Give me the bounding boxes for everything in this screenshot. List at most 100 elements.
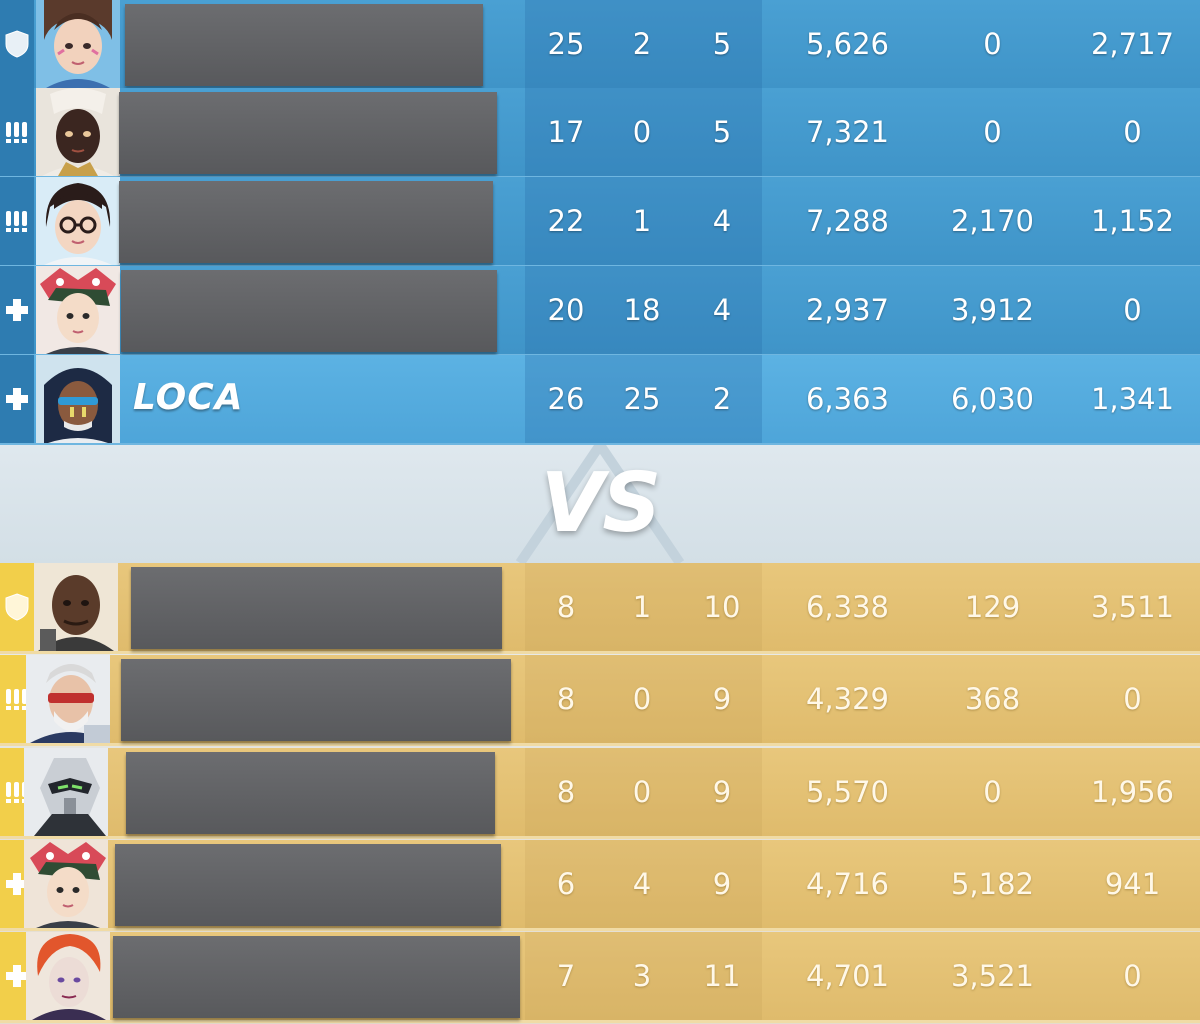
team-yellow-row-4[interactable]: 6 4 9 4,716 5,182 941 [0, 840, 1200, 931]
team-blue-row-4[interactable]: 20 18 4 2,937 3,912 0 [0, 266, 1200, 357]
deaths-value: 11 [703, 959, 741, 993]
team-yellow-row-2[interactable]: 8 0 9 4,329 368 0 [0, 655, 1200, 746]
hero-portrait [36, 266, 120, 354]
eliminations-value: 22 [547, 204, 585, 238]
assists-value: 0 [632, 775, 652, 809]
team-yellow-scoreboard: 8 1 10 6,338 129 3,511 8 0 9 4,329 368 0… [0, 563, 1200, 1024]
healing-value: 129 [964, 590, 1021, 624]
eliminations-value: 20 [547, 293, 585, 327]
deaths-value: 9 [712, 867, 732, 901]
damage-value: 6,363 [805, 382, 890, 416]
hero-portrait [36, 355, 120, 443]
mitigated-value: 1,341 [1090, 382, 1175, 416]
mitigated-value: 2,717 [1090, 27, 1175, 61]
eliminations-value: 26 [547, 382, 585, 416]
healing-value: 3,521 [950, 959, 1035, 993]
assists-value: 1 [632, 204, 652, 238]
hero-portrait [36, 0, 120, 88]
tank-shield-icon [5, 30, 29, 58]
damage-value: 4,329 [805, 682, 890, 716]
role-cell [0, 88, 34, 176]
damage-value: 4,716 [805, 867, 890, 901]
player-name: LOCA [133, 377, 244, 418]
healing-value: 3,912 [950, 293, 1035, 327]
team-blue-row-5[interactable]: LOCA 26 25 2 6,363 6,030 1,341 [0, 355, 1200, 446]
deaths-value: 9 [712, 682, 732, 716]
hero-portrait [24, 748, 108, 836]
damage-value: 5,570 [805, 775, 890, 809]
deaths-value: 2 [712, 382, 732, 416]
player-name-redacted [113, 936, 520, 1018]
team-blue-row-2[interactable]: 17 0 5 7,321 0 0 [0, 88, 1200, 179]
team-yellow-row-1[interactable]: 8 1 10 6,338 129 3,511 [0, 563, 1200, 654]
role-cell [0, 563, 34, 651]
role-cell [0, 0, 34, 88]
assists-value: 2 [632, 27, 652, 61]
hero-portrait [24, 840, 108, 928]
team-yellow-row-5[interactable]: 7 3 11 4,701 3,521 0 [0, 932, 1200, 1023]
assists-value: 1 [632, 590, 652, 624]
assists-value: 3 [632, 959, 652, 993]
role-cell [0, 177, 34, 265]
versus-label: VS [540, 455, 662, 551]
eliminations-value: 8 [556, 590, 576, 624]
assists-value: 4 [632, 867, 652, 901]
damage-icon [6, 122, 27, 143]
team-blue-scoreboard: 25 2 5 5,626 0 2,717 17 0 5 7,321 0 0 22… [0, 0, 1200, 446]
eliminations-value: 8 [556, 775, 576, 809]
deaths-value: 10 [703, 590, 741, 624]
team-blue-row-1[interactable]: 25 2 5 5,626 0 2,717 [0, 0, 1200, 91]
mitigated-value: 0 [1123, 115, 1142, 149]
player-name-redacted [119, 92, 497, 174]
role-cell [0, 266, 34, 354]
deaths-value: 4 [712, 204, 732, 238]
assists-value: 25 [623, 382, 661, 416]
eliminations-value: 6 [556, 867, 576, 901]
mitigated-value: 1,152 [1090, 204, 1175, 238]
healing-value: 0 [983, 115, 1002, 149]
mitigated-value: 3,511 [1090, 590, 1175, 624]
mitigated-value: 1,956 [1090, 775, 1175, 809]
player-name-redacted [126, 752, 495, 834]
healing-value: 6,030 [950, 382, 1035, 416]
team-yellow-row-3[interactable]: 8 0 9 5,570 0 1,956 [0, 748, 1200, 839]
hero-portrait [36, 88, 120, 176]
hero-portrait [34, 563, 118, 651]
damage-value: 4,701 [805, 959, 890, 993]
eliminations-value: 17 [547, 115, 585, 149]
mitigated-value: 941 [1104, 867, 1161, 901]
hero-portrait [26, 932, 110, 1020]
deaths-value: 9 [712, 775, 732, 809]
assists-value: 0 [632, 682, 652, 716]
assists-value: 0 [632, 115, 652, 149]
healing-value: 5,182 [950, 867, 1035, 901]
assists-value: 18 [623, 293, 661, 327]
damage-value: 5,626 [805, 27, 890, 61]
player-name-redacted [125, 4, 483, 86]
eliminations-value: 8 [556, 682, 576, 716]
support-cross-icon [6, 388, 28, 410]
healing-value: 0 [983, 27, 1002, 61]
player-name-redacted [119, 181, 493, 263]
damage-value: 7,288 [805, 204, 890, 238]
player-name-redacted [121, 659, 511, 741]
damage-value: 2,937 [805, 293, 890, 327]
healing-value: 2,170 [950, 204, 1035, 238]
hero-portrait [26, 655, 110, 743]
player-name-redacted [131, 567, 502, 649]
team-blue-row-3[interactable]: 22 1 4 7,288 2,170 1,152 [0, 177, 1200, 268]
player-name-redacted [115, 844, 501, 926]
mitigated-value: 0 [1123, 959, 1142, 993]
damage-value: 6,338 [805, 590, 890, 624]
tank-shield-icon [5, 593, 29, 621]
healing-value: 368 [964, 682, 1021, 716]
damage-icon [6, 211, 27, 232]
damage-value: 7,321 [805, 115, 890, 149]
mitigated-value: 0 [1123, 293, 1142, 327]
player-name-redacted [121, 270, 497, 352]
healing-value: 0 [983, 775, 1002, 809]
deaths-value: 5 [712, 115, 732, 149]
eliminations-value: 25 [547, 27, 585, 61]
support-cross-icon [6, 299, 28, 321]
hero-portrait [36, 177, 120, 265]
